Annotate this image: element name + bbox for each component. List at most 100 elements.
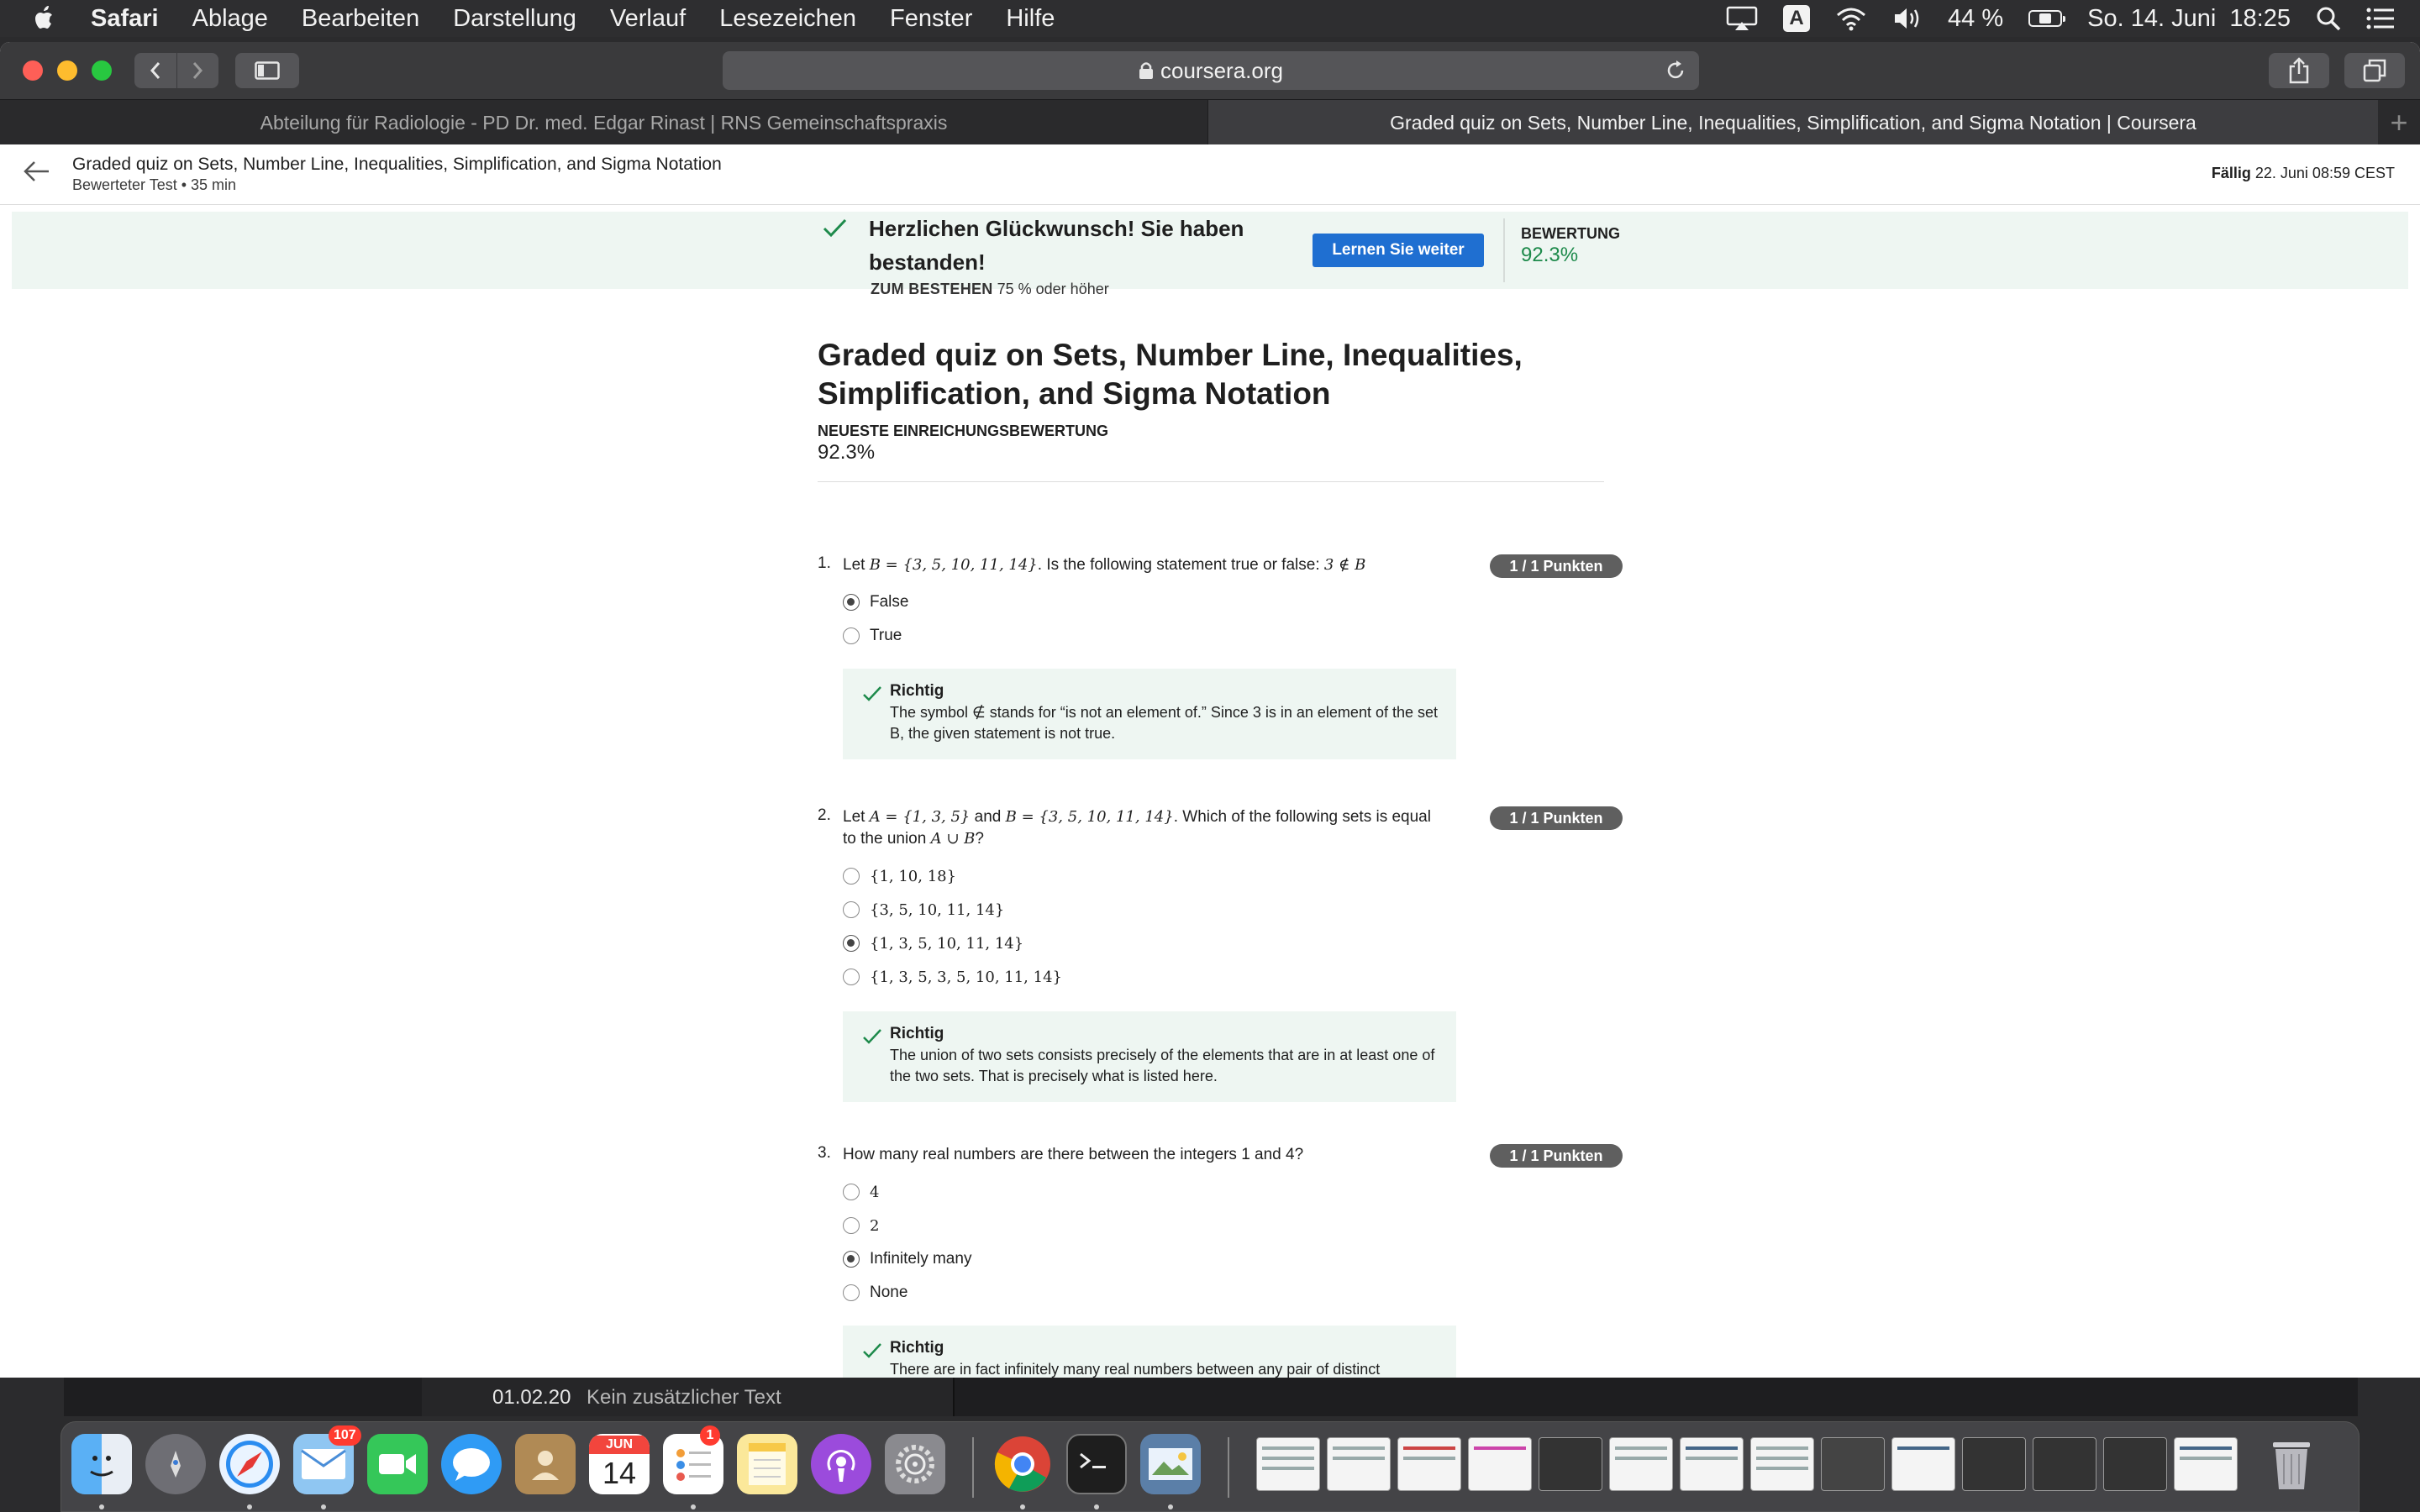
menu-safari[interactable]: Safari — [91, 5, 159, 33]
minimized-window-thumbnail[interactable] — [2174, 1437, 2238, 1491]
minimized-window-thumbnail[interactable] — [1680, 1437, 1744, 1491]
question-text: How many real numbers are there between … — [843, 1144, 1448, 1166]
radio-button[interactable] — [843, 969, 860, 985]
menu-verlauf[interactable]: Verlauf — [610, 5, 686, 33]
continue-learning-button[interactable]: Lernen Sie weiter — [1313, 234, 1484, 267]
menu-bearbeiten[interactable]: Bearbeiten — [302, 5, 419, 33]
minimized-window-thumbnail[interactable] — [1962, 1437, 2026, 1491]
tab-overview-button[interactable] — [2344, 53, 2405, 88]
radio-button[interactable] — [843, 935, 860, 952]
minimize-window-button[interactable] — [57, 60, 77, 81]
volume-icon[interactable] — [1892, 6, 1923, 31]
battery-icon[interactable] — [2028, 10, 2066, 27]
trash-icon[interactable] — [2261, 1434, 2322, 1494]
safari-icon[interactable] — [219, 1434, 280, 1494]
answer-option[interactable]: Infinitely many — [843, 1248, 971, 1270]
question-text-part: Let — [843, 808, 870, 826]
url-text: coursera.org — [1160, 57, 1283, 83]
menu-hilfe[interactable]: Hilfe — [1006, 5, 1055, 33]
back-arrow-icon[interactable] — [22, 156, 52, 191]
due-value: 22. Juni 08:59 CEST — [2254, 165, 2395, 181]
wifi-icon[interactable] — [1835, 6, 1867, 31]
new-tab-button[interactable]: + — [2378, 100, 2420, 145]
checkmark-icon — [861, 1026, 883, 1051]
spotlight-search-icon[interactable] — [2316, 6, 2341, 31]
question-2: 2. Let A = {1, 3, 5} and B = {3, 5, 10, … — [818, 806, 1624, 1102]
answer-option[interactable]: {1, 3, 5, 3, 5, 10, 11, 14} — [843, 966, 1062, 988]
answer-option[interactable]: {3, 5, 10, 11, 14} — [843, 899, 1004, 921]
input-source-icon[interactable]: A — [1783, 5, 1811, 32]
answer-option[interactable]: True — [843, 625, 902, 647]
radio-button[interactable] — [843, 627, 860, 644]
back-button[interactable] — [134, 53, 176, 88]
feedback-title: Richtig — [890, 1025, 944, 1042]
safari-toolbar: coursera.org — [0, 42, 2420, 99]
notification-center-icon[interactable] — [2366, 7, 2395, 30]
tab-radiologie[interactable]: Abteilung für Radiologie - PD Dr. med. E… — [0, 100, 1208, 145]
answer-option[interactable]: False — [843, 591, 908, 613]
answer-option[interactable]: {1, 3, 5, 10, 11, 14} — [843, 932, 1023, 954]
address-bar[interactable]: coursera.org — [723, 51, 1699, 90]
radio-button[interactable] — [843, 1184, 860, 1200]
facetime-icon[interactable] — [367, 1434, 428, 1494]
radio-button[interactable] — [843, 868, 860, 885]
notes-icon[interactable] — [737, 1434, 797, 1494]
running-indicator — [1094, 1504, 1099, 1509]
preview-icon[interactable] — [1140, 1434, 1201, 1494]
dock-separator — [1228, 1437, 1229, 1498]
menu-lesezeichen[interactable]: Lesezeichen — [719, 5, 856, 33]
apple-menu-icon[interactable] — [32, 4, 57, 33]
radio-button[interactable] — [843, 594, 860, 611]
score-value: 92.3% — [1521, 244, 1579, 266]
minimized-window-thumbnail[interactable] — [1821, 1437, 1885, 1491]
finder-icon[interactable] — [71, 1434, 132, 1494]
calendar-icon[interactable]: JUN 14 — [589, 1434, 650, 1494]
minimized-window-thumbnail[interactable] — [1256, 1437, 1320, 1491]
latest-submission-score: 92.3% — [818, 441, 876, 464]
terminal-icon[interactable] — [1066, 1434, 1127, 1494]
option-label: None — [870, 1284, 908, 1301]
reminders-badge: 1 — [700, 1425, 720, 1446]
radio-button[interactable] — [843, 1284, 860, 1301]
minimized-window-thumbnail[interactable] — [1397, 1437, 1461, 1491]
minimized-window-thumbnail[interactable] — [1539, 1437, 1602, 1491]
menu-fenster[interactable]: Fenster — [890, 5, 972, 33]
system-preferences-icon[interactable] — [885, 1434, 945, 1494]
share-button[interactable] — [2269, 53, 2329, 88]
divider — [818, 481, 1604, 482]
answer-option[interactable]: {1, 10, 18} — [843, 865, 956, 887]
option-label: {1, 10, 18} — [870, 867, 957, 885]
contacts-icon[interactable] — [515, 1434, 576, 1494]
minimized-window-thumbnail[interactable] — [2033, 1437, 2096, 1491]
minimized-window-thumbnail[interactable] — [1609, 1437, 1673, 1491]
airplay-icon[interactable] — [1726, 6, 1758, 31]
fullscreen-window-button[interactable] — [92, 60, 112, 81]
pass-threshold-label: ZUM BESTEHEN — [871, 281, 993, 297]
podcasts-icon[interactable] — [811, 1434, 871, 1494]
radio-button[interactable] — [843, 1217, 860, 1234]
close-window-button[interactable] — [23, 60, 43, 81]
messages-icon[interactable] — [441, 1434, 502, 1494]
answer-option[interactable]: 4 — [843, 1181, 879, 1203]
minimized-window-thumbnail[interactable] — [2103, 1437, 2167, 1491]
radio-button[interactable] — [843, 901, 860, 918]
radio-button[interactable] — [843, 1251, 860, 1268]
forward-button[interactable] — [176, 53, 219, 88]
answer-option[interactable]: 2 — [843, 1215, 879, 1236]
chrome-icon[interactable] — [992, 1434, 1053, 1494]
answer-option[interactable]: None — [843, 1282, 908, 1304]
clock[interactable]: So. 14. Juni 18:25 — [2087, 5, 2291, 33]
minimized-window-thumbnail[interactable] — [1750, 1437, 1814, 1491]
quiz-title: Graded quiz on Sets, Number Line, Inequa… — [818, 338, 1523, 411]
menu-darstellung[interactable]: Darstellung — [453, 5, 576, 33]
launchpad-icon[interactable] — [145, 1434, 206, 1494]
minimized-window-thumbnail[interactable] — [1327, 1437, 1391, 1491]
chevron-right-icon — [193, 62, 203, 79]
passed-banner: Herzlichen Glückwunsch! Sie haben bestan… — [12, 212, 2408, 297]
menu-ablage[interactable]: Ablage — [192, 5, 268, 33]
reload-icon[interactable] — [1664, 59, 1687, 88]
minimized-window-thumbnail[interactable] — [1468, 1437, 1532, 1491]
sidebar-toggle-button[interactable] — [235, 53, 299, 88]
tab-coursera-quiz[interactable]: Graded quiz on Sets, Number Line, Inequa… — [1208, 100, 2378, 145]
minimized-window-thumbnail[interactable] — [1891, 1437, 1955, 1491]
